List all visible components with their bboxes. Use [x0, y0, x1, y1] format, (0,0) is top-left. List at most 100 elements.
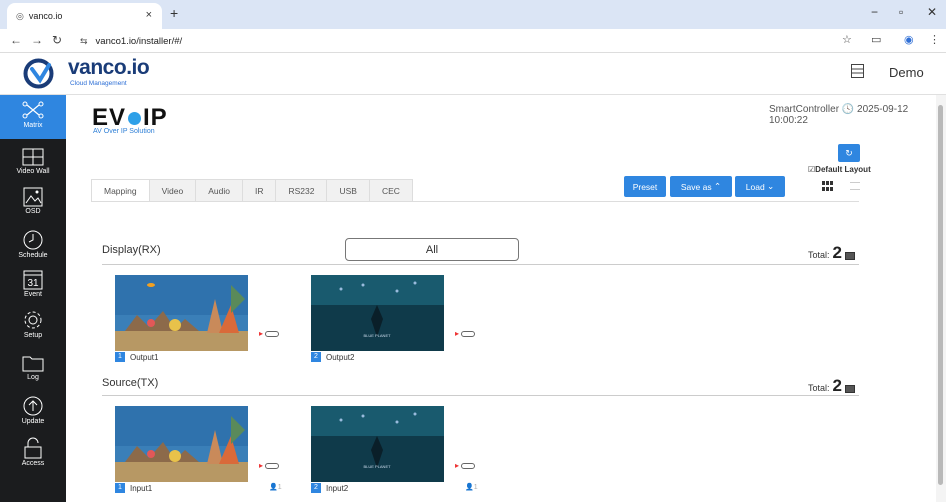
- hdmi-icon: [265, 330, 280, 337]
- user-icon: 👤: [465, 484, 474, 491]
- list-view-icon[interactable]: [850, 182, 860, 190]
- tab-usb[interactable]: USB: [326, 179, 370, 202]
- sidebar-item-label: Update: [21, 418, 45, 425]
- vanco-logo-icon: [23, 58, 54, 89]
- sidebar-item-osd[interactable]: OSD: [0, 183, 66, 227]
- forward-icon[interactable]: →: [31, 33, 43, 47]
- tab-search-icon[interactable]: ▭: [871, 33, 881, 46]
- new-tab-icon[interactable]: +: [170, 5, 178, 21]
- input-thumbnail[interactable]: [115, 406, 248, 482]
- default-layout-checkbox[interactable]: ☑Default Layout: [808, 165, 871, 174]
- site-info-icon[interactable]: ⇆: [80, 36, 88, 47]
- source-total: Total: 2: [808, 376, 855, 396]
- close-window-icon[interactable]: ✕: [927, 5, 937, 19]
- load-button[interactable]: Load ⌄: [735, 176, 785, 197]
- product-logo-left: EV: [92, 104, 127, 131]
- section-divider: [102, 395, 859, 396]
- calendar-day: 31: [27, 278, 39, 289]
- total-label: Total:: [808, 250, 830, 260]
- output-label: 1 Output1: [115, 352, 158, 362]
- controller-name: SmartController: [769, 104, 840, 115]
- url-text: vanco1.io/installer/#/: [95, 35, 183, 47]
- link-status: ▸: [259, 329, 280, 338]
- display-section-title: Display(RX): [102, 244, 161, 256]
- save-as-button[interactable]: Save as ⌃: [670, 176, 732, 197]
- clock-icon: [23, 230, 43, 250]
- sidebar-item-update[interactable]: Update: [0, 391, 66, 435]
- input-name: Input2: [326, 483, 349, 493]
- tab-rs232[interactable]: RS232: [275, 179, 328, 202]
- tab-ir[interactable]: IR: [241, 179, 277, 202]
- link-status: ▸: [259, 461, 280, 470]
- overlay-text: BLUE PLANET: [363, 333, 391, 338]
- calendar-icon: 31: [23, 270, 43, 290]
- display-filter-select[interactable]: All: [345, 238, 519, 261]
- user-name[interactable]: Demo: [889, 65, 924, 80]
- sidebar-item-log[interactable]: Log: [0, 349, 66, 393]
- user-icon: 👤: [269, 484, 278, 491]
- input-name: Input1: [130, 483, 153, 493]
- sidebar-item-label: Event: [24, 291, 42, 298]
- output-name: Output2: [326, 352, 355, 362]
- output-thumbnail[interactable]: BLUE PLANET: [311, 275, 444, 351]
- scrollbar[interactable]: [936, 95, 946, 502]
- tab-video[interactable]: Video: [148, 179, 197, 202]
- sidebar-item-video-wall[interactable]: Video Wall: [0, 143, 66, 187]
- back-icon[interactable]: ←: [10, 33, 22, 47]
- sidebar-item-schedule[interactable]: Schedule: [0, 225, 66, 269]
- sidebar-item-label: Schedule: [18, 252, 48, 259]
- tab-audio[interactable]: Audio: [195, 179, 243, 202]
- profile-icon[interactable]: ◉: [904, 33, 914, 46]
- refresh-button[interactable]: ↻: [838, 144, 860, 162]
- output-label: 2 Output2: [311, 352, 354, 362]
- close-tab-icon[interactable]: ×: [146, 9, 152, 21]
- controller-status: SmartController 🕓 2025-09-12 10:00:22: [769, 104, 936, 126]
- total-label: Total:: [808, 383, 830, 393]
- grid-view-icon[interactable]: [822, 181, 834, 191]
- sidebar-item-event[interactable]: 31 Event: [0, 265, 66, 309]
- user-count: 👤1: [465, 483, 478, 491]
- menu-icon[interactable]: [851, 64, 864, 78]
- sidebar-item-access[interactable]: Access: [0, 433, 66, 477]
- sidebar-item-setup[interactable]: Setup: [0, 305, 66, 349]
- clock-small-icon: 🕓: [841, 104, 855, 115]
- hdmi-icon: [265, 462, 280, 469]
- section-divider: [102, 264, 859, 265]
- preset-button[interactable]: Preset: [624, 176, 666, 197]
- restore-icon[interactable]: ▫: [899, 5, 903, 19]
- default-layout-label: Default Layout: [815, 165, 871, 174]
- user-count-value: 1: [277, 484, 282, 491]
- tab-divider: [91, 201, 859, 202]
- user-count-value: 1: [473, 484, 478, 491]
- input-number: 2: [311, 483, 321, 493]
- tab-bar: Mapping Video Audio IR RS232 USB CEC: [91, 179, 413, 202]
- input-number: 1: [115, 483, 125, 493]
- image-icon[interactable]: [844, 251, 855, 260]
- product-logo-dot: [128, 112, 142, 125]
- image-icon[interactable]: [844, 384, 855, 393]
- tab-mapping[interactable]: Mapping: [91, 179, 150, 202]
- chevron-up-icon: ⌃: [711, 181, 722, 191]
- lock-icon: [24, 437, 42, 459]
- total-count: 2: [832, 376, 842, 395]
- scrollbar-thumb[interactable]: [938, 105, 943, 485]
- reload-icon[interactable]: ↻: [52, 33, 62, 47]
- sidebar-item-label: Setup: [23, 332, 43, 339]
- sidebar-item-label: Access: [21, 460, 45, 467]
- site-favicon-icon: ◎: [16, 10, 24, 21]
- output-thumbnail[interactable]: [115, 275, 248, 351]
- link-status: ▸: [455, 461, 476, 470]
- display-total: Total: 2: [808, 243, 855, 263]
- sidebar-item-matrix[interactable]: Matrix: [0, 95, 66, 139]
- brand-name: vanco.io: [68, 56, 150, 79]
- input-thumbnail[interactable]: BLUE PLANET: [311, 406, 444, 482]
- minimize-icon[interactable]: −: [871, 5, 878, 19]
- source-section-title: Source(TX): [102, 377, 159, 389]
- browser-tab[interactable]: ◎ vanco.io ×: [7, 3, 162, 29]
- tab-cec[interactable]: CEC: [368, 179, 413, 202]
- brand-subtitle: Cloud Management: [70, 80, 127, 87]
- bookmark-star-icon[interactable]: ☆: [842, 33, 852, 46]
- user-count: 👤1: [269, 483, 282, 491]
- url-field[interactable]: ⇆ vanco1.io/installer/#/: [80, 31, 830, 51]
- browser-menu-icon[interactable]: ⋮: [929, 33, 940, 46]
